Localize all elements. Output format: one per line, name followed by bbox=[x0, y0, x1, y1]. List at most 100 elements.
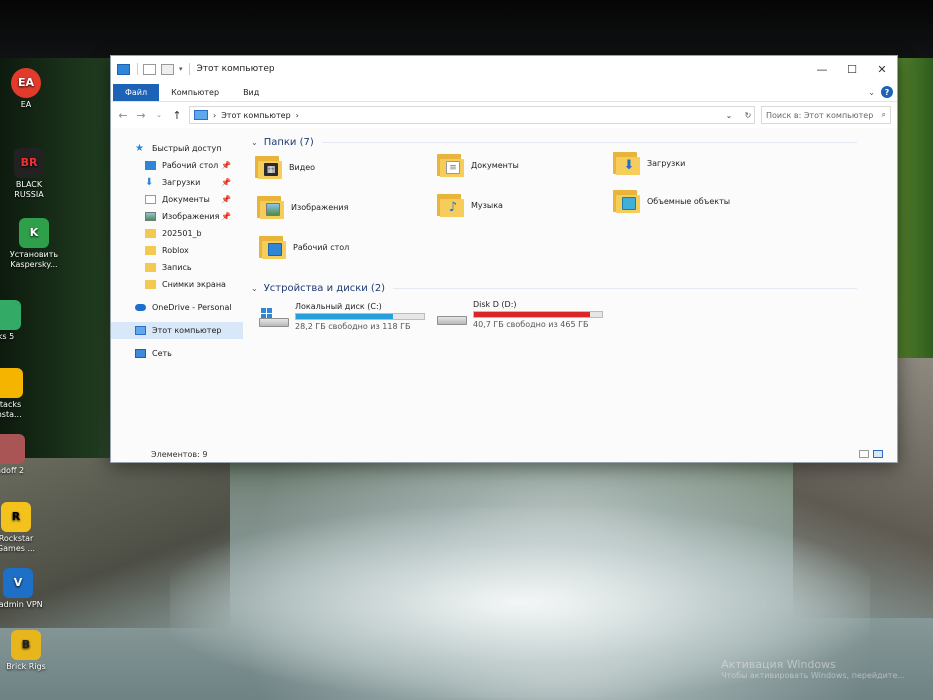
drive-name: Локальный диск (C:) bbox=[295, 302, 382, 311]
activation-title: Активация Windows bbox=[721, 658, 836, 671]
pictures-folder-icon bbox=[257, 194, 285, 220]
activation-watermark: Активация Windows Чтобы активировать Win… bbox=[721, 658, 905, 680]
nav-onedrive[interactable]: OneDrive - Personal bbox=[111, 299, 243, 316]
nav-network[interactable]: Сеть bbox=[111, 345, 243, 362]
breadcrumb-separator: › bbox=[213, 110, 217, 120]
nav-item-folder-roblox[interactable]: Roblox bbox=[111, 242, 243, 259]
videos-folder-icon: ▦ bbox=[255, 154, 283, 180]
navigation-pane: ★ Быстрый доступ Рабочий стол 📌 ⬇ Загруз… bbox=[111, 128, 243, 446]
help-icon[interactable]: ? bbox=[881, 86, 893, 98]
folder-label: Музыка bbox=[471, 200, 503, 210]
devices-group-header[interactable]: ⌄ Устройства и диски (2) bbox=[251, 280, 897, 296]
tab-file[interactable]: Файл bbox=[113, 84, 160, 101]
expand-ribbon-icon[interactable]: ⌄ bbox=[868, 88, 875, 97]
breadcrumb-this-pc[interactable]: Этот компьютер bbox=[221, 111, 290, 120]
nav-item-downloads[interactable]: ⬇ Загрузки 📌 bbox=[111, 174, 243, 191]
pin-icon: 📌 bbox=[221, 212, 231, 221]
folder-3d-objects[interactable]: Объемные объекты bbox=[613, 188, 730, 214]
drive-info: Локальный диск (C:) 28,2 ГБ свободно из … bbox=[295, 302, 425, 331]
desktop-icon-label: Stacks Insta... bbox=[0, 400, 22, 419]
nav-item-folder-screenshots[interactable]: Снимки экрана bbox=[111, 276, 243, 293]
search-input[interactable]: Поиск в: Этот компьютер ⌕ bbox=[761, 106, 891, 124]
main-pane: ⌄ Папки (7) ▦ Видео ≡ Документы ⬇ Загруз… bbox=[243, 128, 897, 446]
folder-label: Изображения bbox=[291, 202, 349, 212]
folder-label: Объемные объекты bbox=[647, 196, 731, 206]
window-controls: — ☐ ✕ bbox=[807, 56, 897, 82]
standoff-icon bbox=[0, 434, 25, 464]
desktop-icon-ea[interactable]: EA EA bbox=[0, 68, 52, 110]
new-folder-icon[interactable] bbox=[161, 63, 174, 75]
nav-item-folder-recording[interactable]: Запись bbox=[111, 259, 243, 276]
separator bbox=[137, 63, 138, 75]
title-bar: ▾ Этот компьютер — ☐ ✕ bbox=[111, 56, 897, 82]
recent-locations-icon[interactable]: ⌄ bbox=[153, 111, 165, 119]
minimize-button[interactable]: — bbox=[807, 56, 837, 82]
activation-subtitle: Чтобы активировать Windows, перейдите... bbox=[721, 671, 905, 680]
folder-videos[interactable]: ▦ Видео bbox=[255, 154, 315, 180]
back-arrow-icon[interactable]: ← bbox=[117, 109, 129, 122]
desktop-icon-brick-rigs[interactable]: B Brick Rigs bbox=[0, 630, 52, 672]
nav-item-pictures[interactable]: Изображения 📌 bbox=[111, 208, 243, 225]
folder-icon bbox=[145, 229, 156, 238]
details-view-icon[interactable] bbox=[859, 450, 869, 458]
nav-item-folder-202501[interactable]: 202501_b bbox=[111, 225, 243, 242]
folder-desktop[interactable]: Рабочий стол bbox=[259, 234, 349, 260]
desktop-icon-black-russia[interactable]: BR BLACK RUSSIA bbox=[3, 148, 55, 200]
hard-drive-icon bbox=[437, 306, 467, 328]
rockstar-icon: R bbox=[1, 502, 31, 532]
computer-icon bbox=[135, 326, 146, 335]
refresh-icon[interactable]: ↻ bbox=[742, 111, 754, 120]
nav-item-desktop[interactable]: Рабочий стол 📌 bbox=[111, 157, 243, 174]
nav-label: Запись bbox=[162, 263, 192, 272]
nav-quick-access[interactable]: ★ Быстрый доступ bbox=[111, 140, 243, 157]
nav-this-pc[interactable]: Этот компьютер bbox=[111, 322, 243, 339]
explorer-window: ▾ Этот компьютер — ☐ ✕ Файл Компьютер Ви… bbox=[110, 55, 898, 463]
kaspersky-icon: K bbox=[19, 218, 49, 248]
forward-arrow-icon[interactable]: → bbox=[135, 109, 147, 122]
desktop-icon-label: Rockstar Games ... bbox=[0, 534, 36, 553]
divider bbox=[393, 287, 857, 289]
nav-item-documents[interactable]: Документы 📌 bbox=[111, 191, 243, 208]
nav-label: 202501_b bbox=[162, 229, 202, 238]
drive-free-space: 28,2 ГБ свободно из 118 ГБ bbox=[295, 322, 411, 331]
folder-label: Загрузки bbox=[647, 158, 686, 168]
window-title: Этот компьютер bbox=[196, 64, 275, 74]
tiles-view-icon[interactable] bbox=[873, 450, 883, 458]
folder-label: Документы bbox=[471, 160, 519, 170]
quick-access-dropdown-icon[interactable]: ▾ bbox=[179, 65, 183, 73]
up-arrow-icon[interactable]: ↑ bbox=[171, 109, 183, 122]
desktop-icon-kaspersky[interactable]: K Установить Kaspersky... bbox=[8, 218, 60, 270]
address-dropdown-icon[interactable]: ⌄ bbox=[721, 111, 737, 120]
nav-label: Roblox bbox=[162, 246, 189, 255]
folders-group-header[interactable]: ⌄ Папки (7) bbox=[251, 134, 897, 150]
desktop-icon-radmin[interactable]: V Radmin VPN bbox=[0, 568, 44, 610]
drive-d[interactable]: Disk D (D:) 40,7 ГБ свободно из 465 ГБ bbox=[437, 300, 603, 329]
maximize-button[interactable]: ☐ bbox=[837, 56, 867, 82]
folder-label: Видео bbox=[289, 162, 316, 172]
desktop-icon-ks5[interactable]: ks 5 bbox=[0, 300, 32, 342]
folder-documents[interactable]: ≡ Документы bbox=[437, 152, 519, 178]
search-icon: ⌕ bbox=[881, 110, 886, 119]
properties-icon[interactable] bbox=[143, 63, 156, 75]
system-drive-icon bbox=[259, 308, 289, 330]
folder-label: Рабочий стол bbox=[293, 242, 350, 252]
group-title: Устройства и диски (2) bbox=[263, 282, 386, 294]
drive-free-space: 40,7 ГБ свободно из 465 ГБ bbox=[473, 320, 589, 329]
desktop-icon-bluestacks[interactable]: Stacks Insta... bbox=[0, 368, 34, 420]
tab-view[interactable]: Вид bbox=[231, 84, 271, 101]
folder-pictures[interactable]: Изображения bbox=[257, 194, 348, 220]
folder-music[interactable]: ♪ Музыка bbox=[437, 192, 503, 218]
desktop-icon-standoff[interactable]: ndoff 2 bbox=[0, 434, 36, 476]
tab-computer[interactable]: Компьютер bbox=[159, 84, 231, 101]
drive-name: Disk D (D:) bbox=[473, 300, 517, 309]
desktop-icon-rockstar[interactable]: R Rockstar Games ... bbox=[0, 502, 42, 554]
drive-c[interactable]: Локальный диск (C:) 28,2 ГБ свободно из … bbox=[259, 302, 425, 331]
address-bar[interactable]: › Этот компьютер › ⌄ ↻ bbox=[189, 106, 755, 124]
nav-label: Изображения bbox=[162, 212, 220, 221]
close-button[interactable]: ✕ bbox=[867, 56, 897, 82]
document-icon bbox=[145, 195, 156, 204]
pictures-icon bbox=[145, 212, 156, 221]
folder-downloads[interactable]: ⬇ Загрузки bbox=[613, 150, 685, 176]
chevron-down-icon: ⌄ bbox=[251, 283, 258, 293]
cloud-icon bbox=[135, 304, 146, 311]
